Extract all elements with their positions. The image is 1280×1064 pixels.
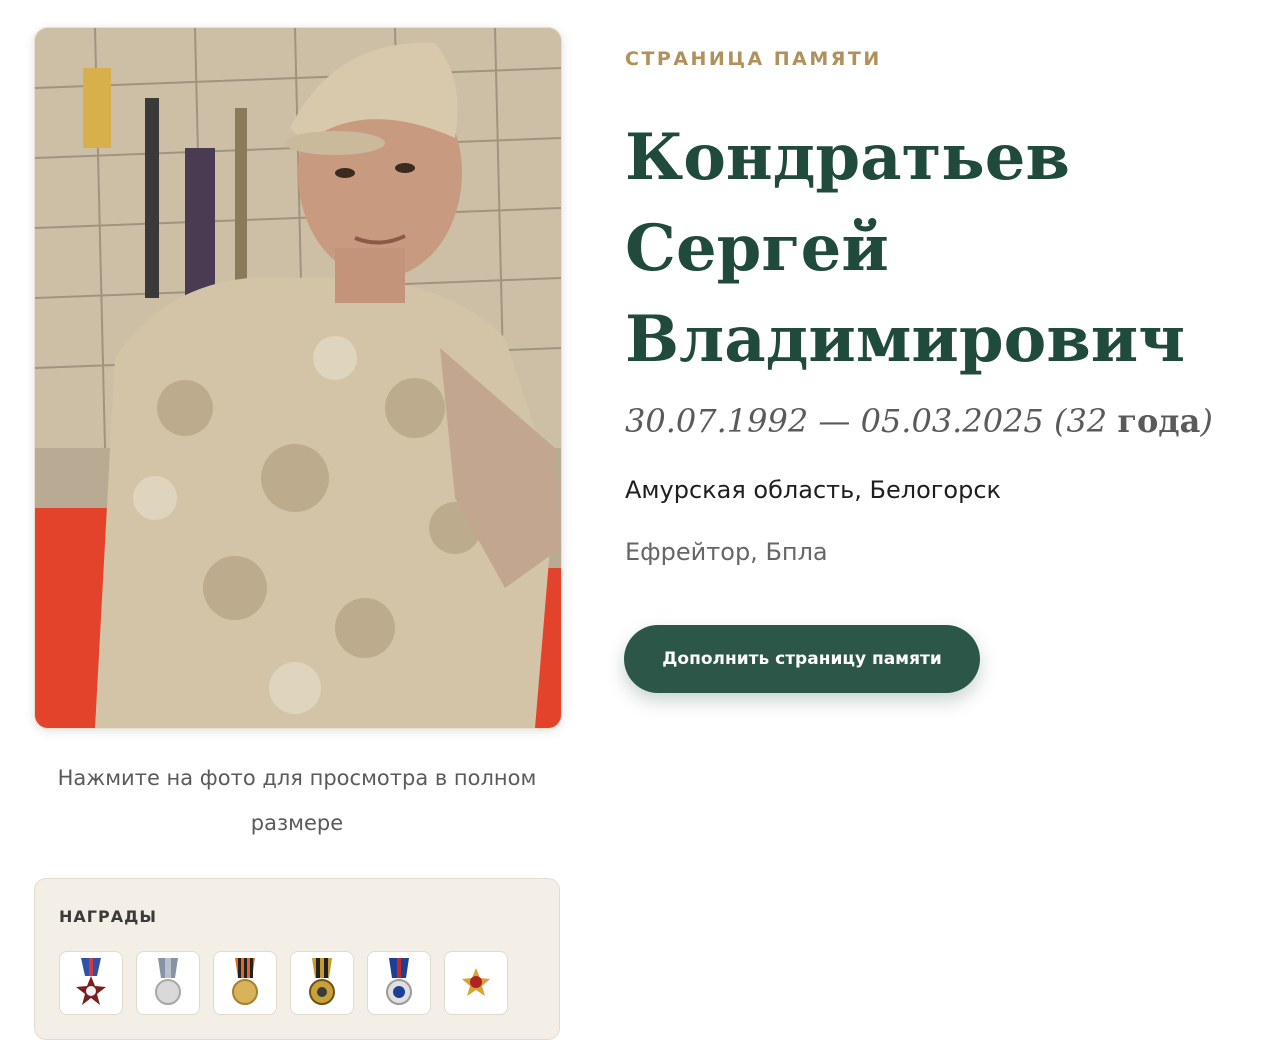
life-dates: 30.07.1992 — 05.03.2025 (32 года) [625,402,1213,440]
award-item[interactable] [444,951,508,1015]
awards-panel: НАГРАДЫ [34,878,560,1040]
page-kicker: СТРАНИЦА ПАМЯТИ [625,48,882,70]
date-range: 30.07.1992 — 05.03.2025 [625,402,1044,440]
age-prefix: (32 [1053,402,1118,440]
awards-title: НАГРАДЫ [59,907,157,926]
award-item[interactable] [290,951,354,1015]
medal-st-george-icon [232,958,258,1005]
name-first: Сергей [625,211,889,286]
age-suffix: ) [1200,402,1213,440]
name-patronymic: Владимирович [625,302,1186,377]
award-item[interactable] [136,951,200,1015]
portrait-photo[interactable] [34,27,562,729]
add-memory-button[interactable]: Дополнить страницу памяти [624,625,980,693]
medal-star-icon [76,958,106,1005]
soldier-portrait-image [35,28,561,728]
badge-eagle-icon [462,968,490,996]
photo-caption: Нажмите на фото для просмотра в полном р… [57,766,537,835]
medal-gold-icon [309,958,335,1005]
rank: Ефрейтор, Бпла [625,538,828,566]
awards-list [59,951,508,1015]
name-surname: Кондратьев [625,120,1070,195]
award-item[interactable] [367,951,431,1015]
age-word: года [1117,402,1201,440]
person-name: Кондратьев Сергей Владимирович [625,112,1265,385]
award-item[interactable] [59,951,123,1015]
medal-blue-icon [386,958,412,1005]
location: Амурская область, Белогорск [625,476,1002,504]
award-item[interactable] [213,951,277,1015]
medal-silver-icon [155,958,181,1005]
